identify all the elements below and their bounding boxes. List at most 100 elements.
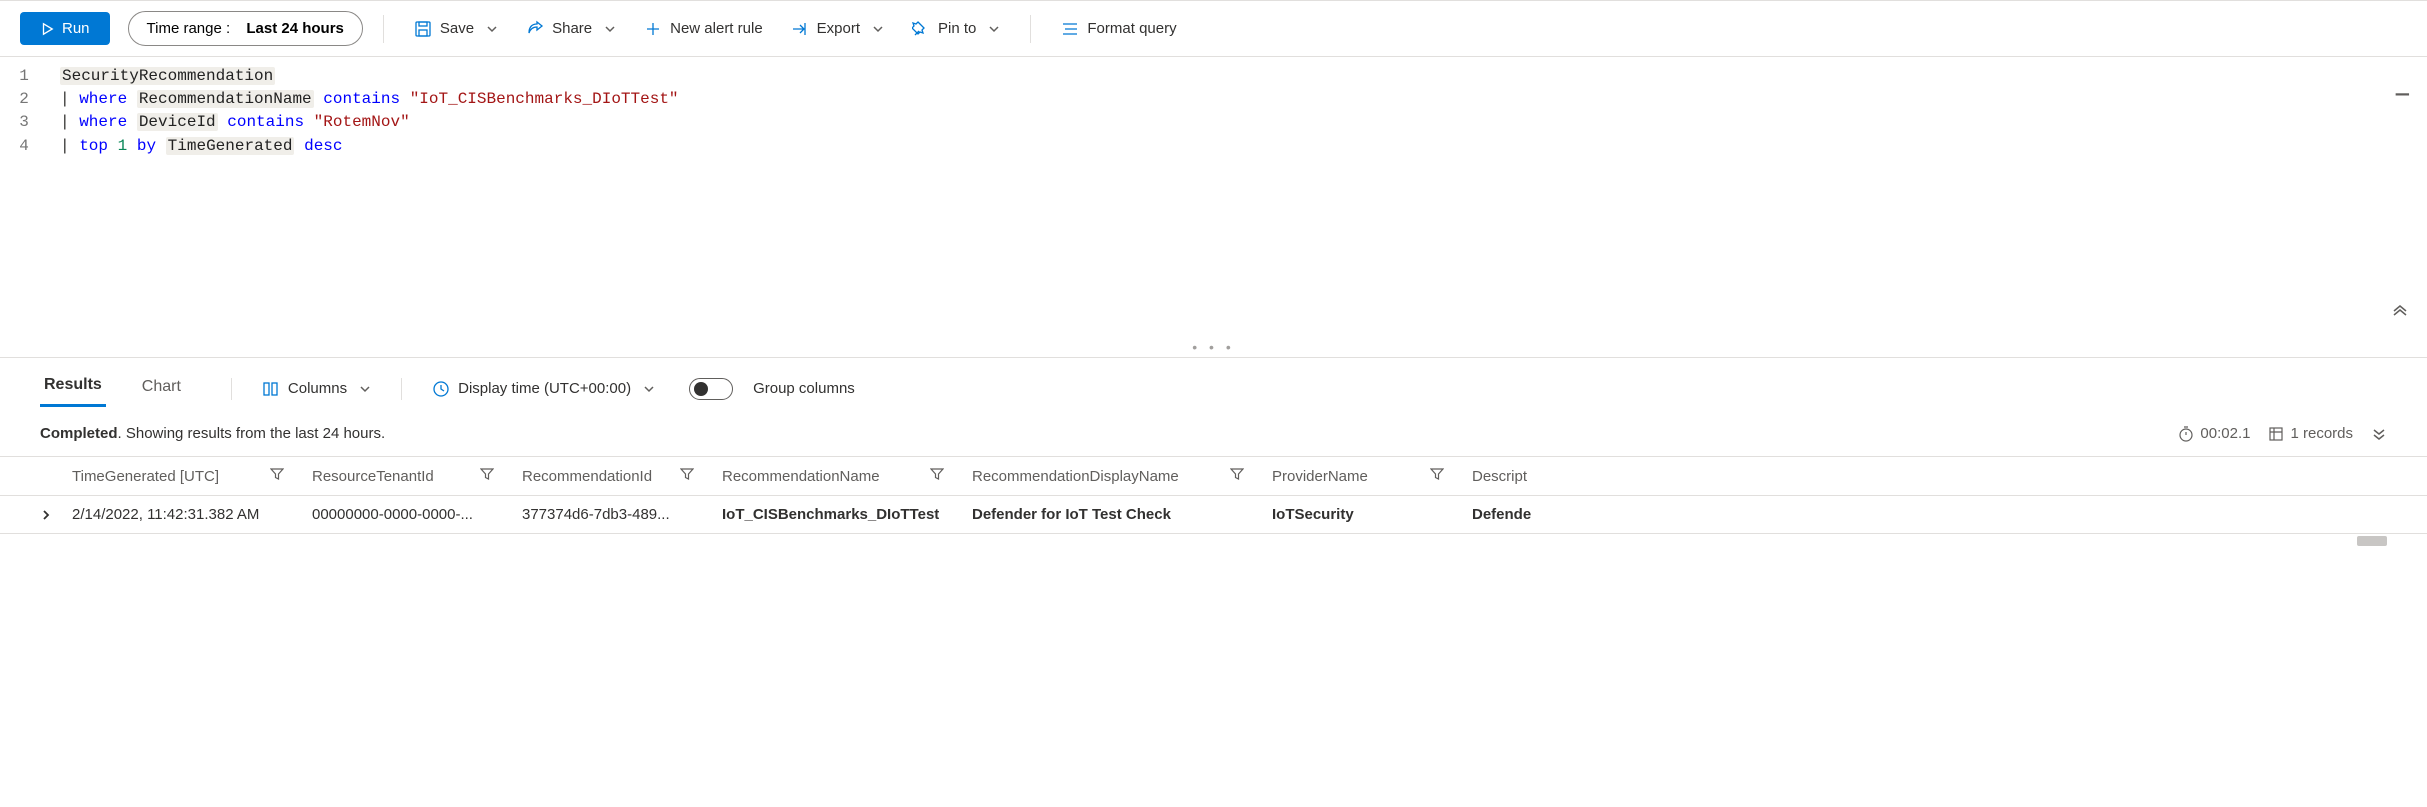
pane-splitter[interactable]: • • •	[0, 337, 2427, 358]
export-icon	[791, 20, 809, 38]
new-alert-button[interactable]: New alert rule	[634, 14, 773, 44]
status-records: 1 records	[2268, 425, 2353, 442]
run-button-label: Run	[62, 20, 90, 37]
code-line[interactable]: 2| where RecommendationName contains "Io…	[0, 88, 2427, 111]
clock-icon	[432, 380, 450, 398]
col-header-recommendationname[interactable]: RecommendationName	[722, 467, 972, 485]
pin-button[interactable]: Pin to	[902, 14, 1010, 44]
line-number: 3	[0, 111, 48, 134]
status-completed: Completed	[40, 425, 118, 442]
tab-chart[interactable]: Chart	[138, 372, 185, 406]
export-label: Export	[817, 20, 860, 37]
records-icon	[2268, 426, 2284, 442]
toggle-knob	[694, 382, 708, 396]
format-label: Format query	[1087, 20, 1176, 37]
share-icon	[526, 20, 544, 38]
table-header-row: TimeGenerated [UTC] ResourceTenantId Rec…	[0, 456, 2427, 495]
columns-icon	[262, 380, 280, 398]
col-header-recommendationid[interactable]: RecommendationId	[522, 467, 722, 485]
new-alert-label: New alert rule	[670, 20, 763, 37]
toolbar-divider	[383, 15, 384, 43]
col-header-providername[interactable]: ProviderName	[1272, 467, 1472, 485]
pin-label: Pin to	[938, 20, 976, 37]
run-button[interactable]: Run	[20, 12, 110, 45]
collapse-line-icon[interactable]: —	[2396, 79, 2409, 111]
cell-resourcetenantid: 00000000-0000-0000-...	[312, 506, 473, 523]
toolbar-divider	[401, 378, 402, 400]
status-row: Completed . Showing results from the las…	[0, 413, 2427, 456]
status-period: . Showing results from the last 24 hours…	[118, 425, 386, 442]
chevron-down-icon	[359, 383, 371, 395]
group-columns-label: Group columns	[753, 380, 855, 397]
chevron-right-icon	[40, 509, 52, 521]
scroll-thumb[interactable]	[2357, 536, 2387, 546]
tab-results[interactable]: Results	[40, 370, 106, 407]
filter-icon[interactable]	[480, 467, 494, 485]
time-range-label: Time range :	[147, 20, 231, 37]
table-row[interactable]: 2/14/2022, 11:42:31.382 AM 00000000-0000…	[0, 495, 2427, 534]
chevron-down-icon	[988, 23, 1000, 35]
display-time-button[interactable]: Display time (UTC+00:00)	[424, 374, 663, 404]
filter-icon[interactable]	[270, 467, 284, 485]
play-icon	[40, 22, 54, 36]
line-number: 2	[0, 88, 48, 111]
query-toolbar: Run Time range : Last 24 hours Save Shar…	[0, 0, 2427, 57]
query-editor[interactable]: 1SecurityRecommendation2| where Recommen…	[0, 57, 2427, 337]
expand-row-button[interactable]	[40, 509, 72, 521]
cell-providername: IoTSecurity	[1272, 506, 1354, 523]
cell-recommendationname: IoT_CISBenchmarks_DIoTTest	[722, 506, 939, 523]
col-header-description[interactable]: Descript	[1472, 468, 1592, 485]
save-button[interactable]: Save	[404, 14, 508, 44]
results-toolbar: Results Chart Columns Display time (UTC+…	[0, 358, 2427, 413]
share-button[interactable]: Share	[516, 14, 626, 44]
filter-icon[interactable]	[680, 467, 694, 485]
col-header-timegenerated[interactable]: TimeGenerated [UTC]	[72, 467, 312, 485]
status-elapsed: 00:02.1	[2178, 425, 2250, 442]
expand-status-button[interactable]	[2371, 426, 2387, 442]
filter-icon[interactable]	[930, 467, 944, 485]
display-time-label: Display time (UTC+00:00)	[458, 380, 631, 397]
code-line[interactable]: 1SecurityRecommendation	[0, 65, 2427, 88]
group-columns-toggle[interactable]	[689, 378, 733, 400]
chevron-double-down-icon	[2371, 426, 2387, 442]
chevron-down-icon	[643, 383, 655, 395]
line-number: 1	[0, 65, 48, 88]
chevron-down-icon	[604, 23, 616, 35]
code-content[interactable]: SecurityRecommendation	[48, 65, 275, 88]
horizontal-scrollbar[interactable]	[40, 534, 2387, 548]
pin-icon	[912, 20, 930, 38]
filter-icon[interactable]	[1430, 467, 1444, 485]
plus-icon	[644, 20, 662, 38]
time-range-value: Last 24 hours	[246, 20, 344, 37]
line-number: 4	[0, 135, 48, 158]
code-content[interactable]: | where RecommendationName contains "IoT…	[48, 88, 679, 111]
share-label: Share	[552, 20, 592, 37]
toolbar-divider	[231, 378, 232, 400]
elapsed-value: 00:02.1	[2200, 425, 2250, 442]
col-header-recommendationdisplayname[interactable]: RecommendationDisplayName	[972, 467, 1272, 485]
col-header-resourcetenantid[interactable]: ResourceTenantId	[312, 467, 522, 485]
filter-icon[interactable]	[1230, 467, 1244, 485]
toolbar-divider	[1030, 15, 1031, 43]
cell-recommendationdisplayname: Defender for IoT Test Check	[972, 506, 1171, 523]
columns-button[interactable]: Columns	[254, 374, 379, 404]
cell-recommendationid: 377374d6-7db3-489...	[522, 506, 670, 523]
columns-label: Columns	[288, 380, 347, 397]
time-range-button[interactable]: Time range : Last 24 hours	[128, 11, 363, 46]
save-icon	[414, 20, 432, 38]
code-content[interactable]: | top 1 by TimeGenerated desc	[48, 135, 343, 158]
save-label: Save	[440, 20, 474, 37]
stopwatch-icon	[2178, 426, 2194, 442]
code-content[interactable]: | where DeviceId contains "RotemNov"	[48, 111, 410, 134]
cell-description: Defende	[1472, 506, 1531, 523]
format-icon	[1061, 20, 1079, 38]
records-value: 1 records	[2290, 425, 2353, 442]
code-line[interactable]: 3| where DeviceId contains "RotemNov"	[0, 111, 2427, 134]
chevron-down-icon	[872, 23, 884, 35]
chevron-down-icon	[486, 23, 498, 35]
code-line[interactable]: 4| top 1 by TimeGenerated desc	[0, 135, 2427, 158]
export-button[interactable]: Export	[781, 14, 894, 44]
cell-timegenerated: 2/14/2022, 11:42:31.382 AM	[72, 506, 259, 523]
format-query-button[interactable]: Format query	[1051, 14, 1186, 44]
scroll-top-icon[interactable]	[2391, 303, 2409, 329]
